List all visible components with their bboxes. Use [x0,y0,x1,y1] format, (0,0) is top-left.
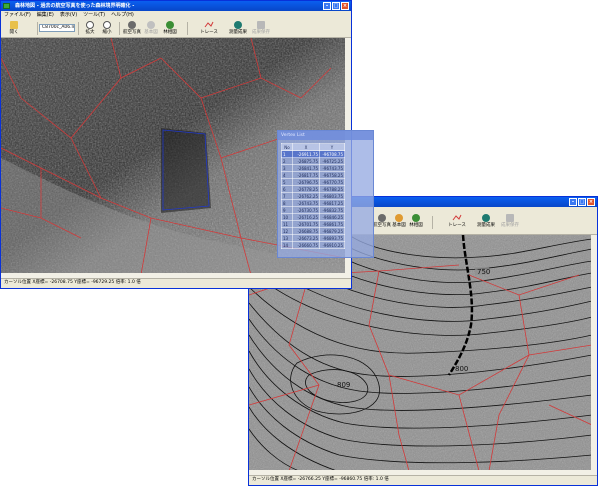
forest-map-button[interactable]: 林相図 [407,214,425,228]
table-row[interactable]: 12 -26688.75 -96879.25 [281,227,345,235]
maximize-icon[interactable]: □ [332,2,340,10]
survey-result-icon [482,214,490,222]
maximize-icon[interactable]: □ [578,198,586,206]
table-row[interactable]: 6 -26778.25 -96788.25 [281,185,345,193]
survey-result-icon [234,21,242,29]
result-save-button[interactable]: 成果保存 [252,21,270,35]
window-title: 森林地図 - 過去の航空写真を使った森林境界明確化 - [15,3,135,9]
folder-icon [10,21,18,29]
menu-tools[interactable]: ツール(T) [83,11,105,20]
status-bar: カーソル位置 X座標= -26766.25 Y座標= -96860.75 倍率:… [249,475,597,485]
base-map-icon [395,214,403,222]
menu-bar: ファイル(F) 編集(E) 表示(V) ツール(T) ヘルプ(H) [1,11,351,20]
aerial-photo-icon [128,21,136,29]
aerial-toolbar: 開く C8700c_A06.lnd 拡大 縮小 航空写真 基本図 林相図 トレー… [1,20,351,38]
table-row[interactable]: 3 -26841.75 -96743.75 [281,164,345,172]
base-map-button[interactable]: 基本図 [142,21,160,35]
menu-help[interactable]: ヘルプ(H) [111,11,134,20]
zoom-in-icon [86,21,94,29]
survey-result-button[interactable]: 測量成果 [477,214,495,228]
close-icon[interactable]: × [341,2,349,10]
aerial-window-titlebar[interactable]: 森林地図 - 過去の航空写真を使った森林境界明確化 - – □ × [1,1,351,11]
minimize-icon[interactable]: – [323,2,331,10]
vertical-scrollbar[interactable] [591,235,597,471]
forest-map-icon [412,214,420,222]
status-bar: カーソル位置 X座標= -26708.75 Y座標= -96729.25 倍率:… [1,278,351,288]
open-button[interactable]: 開く [5,21,23,35]
forest-map-icon [166,21,174,29]
menu-file[interactable]: ファイル(F) [4,11,31,20]
column-header-x: X [292,143,320,151]
contour-label: 809 [337,381,350,389]
table-row[interactable]: 7 -26762.25 -96803.75 [281,192,345,200]
contour-label: 750 [477,268,490,276]
result-save-button[interactable]: 成果保存 [501,214,519,228]
vertex-table: No X Y 1 -26911.75 -96708.75 2 -26875.75 -96… [281,143,345,249]
close-icon[interactable]: × [587,198,595,206]
zoom-out-icon [103,21,111,29]
table-row[interactable]: 1 -26911.75 -96708.75 [281,150,345,158]
table-row[interactable]: 9 -26730.75 -96832.75 [281,206,345,214]
column-header-no: No [281,143,293,151]
table-row[interactable]: 5 -26796.75 -96770.75 [281,178,345,186]
minimize-icon[interactable]: – [569,198,577,206]
menu-view[interactable]: 表示(V) [60,11,77,20]
vertex-list-title: Vertex List [278,131,373,140]
table-row[interactable]: 4 -26817.75 -96758.25 [281,171,345,179]
table-row[interactable]: 2 -26875.75 -96725.25 [281,157,345,165]
aerial-photo-button[interactable]: 航空写真 [123,21,141,35]
aerial-photo-button[interactable]: 航空写真 [373,214,391,228]
contour-label: 800 [455,365,468,373]
zoom-out-button[interactable]: 縮小 [98,21,116,35]
toolbar-separator [119,22,120,35]
table-row[interactable]: 8 -26743.75 -96817.25 [281,199,345,207]
base-map-button[interactable]: 基本図 [390,214,408,228]
toolbar-separator [37,22,38,35]
zoom-in-button[interactable]: 拡大 [81,21,99,35]
result-save-icon [506,214,514,222]
base-map-icon [147,21,155,29]
toolbar-separator [187,22,188,35]
table-row[interactable]: 13 -26673.25 -96893.75 [281,234,345,242]
survey-result-button[interactable]: 測量成果 [229,21,247,35]
menu-edit[interactable]: 編集(E) [37,11,54,20]
table-row[interactable]: 14 -26660.75 -96910.25 [281,241,345,249]
trace-button[interactable]: トレース [197,21,221,35]
forest-map-button[interactable]: 林相図 [161,21,179,35]
vertex-list-panel[interactable]: Vertex List No X Y 1 -26911.75 -96708.75 2… [277,130,374,258]
file-combo[interactable]: C8700c_A06.lnd [39,24,75,32]
trace-icon [204,21,214,28]
app-icon [3,3,10,9]
trace-icon [452,214,462,221]
table-row[interactable]: 10 -26716.25 -96846.25 [281,213,345,221]
toolbar-separator [78,22,79,35]
result-save-icon [257,21,265,29]
trace-button[interactable]: トレース [445,214,469,228]
column-header-y: Y [319,143,345,151]
aerial-photo-icon [378,214,386,222]
table-row[interactable]: 11 -26701.75 -96861.75 [281,220,345,228]
table-header: No X Y [281,143,345,151]
toolbar-separator [432,216,433,229]
